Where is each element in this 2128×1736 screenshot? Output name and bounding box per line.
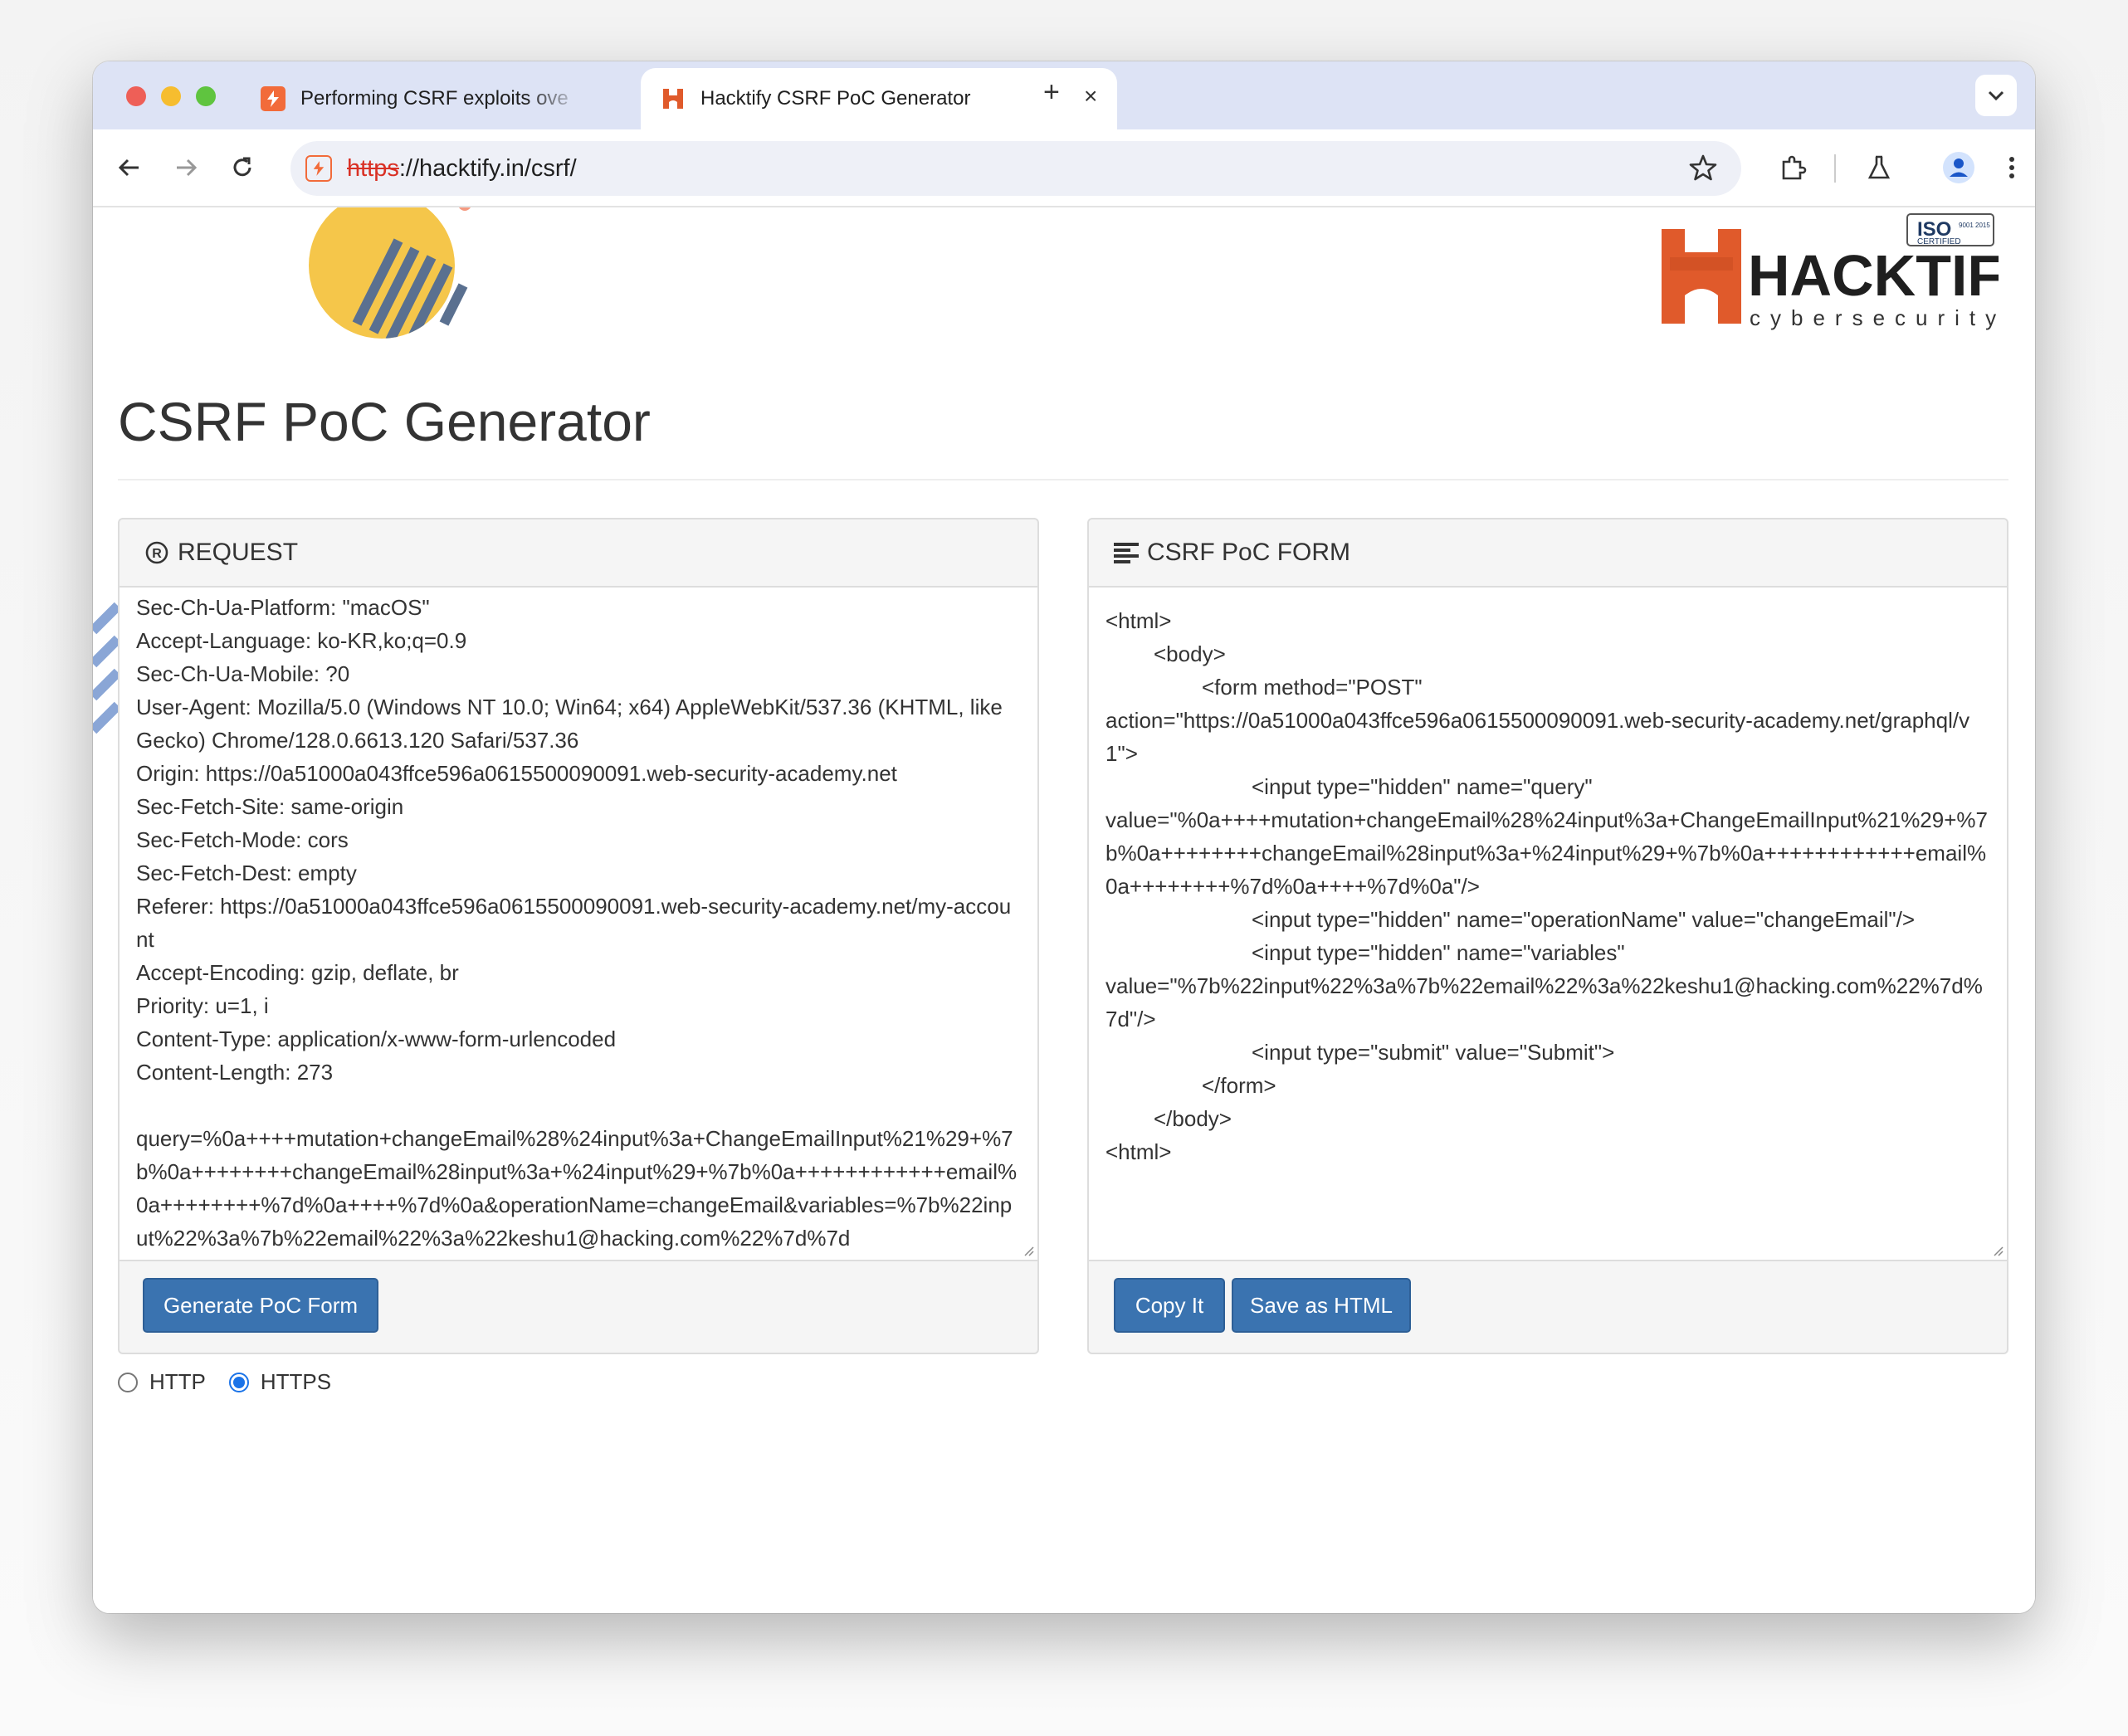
extensions-button[interactable] <box>1771 146 1814 189</box>
url-scheme: https <box>347 154 399 182</box>
web-page: HACKTIFY cybersecurity ISO 9001 2015 CER… <box>93 207 2035 1613</box>
browser-window: Performing CSRF exploits ove × Hacktify … <box>93 61 2035 1613</box>
url-path: ://hacktify.in/csrf/ <box>398 154 577 182</box>
site-info-icon[interactable] <box>305 155 332 182</box>
reload-icon <box>233 157 251 177</box>
request-line: Sec-Ch-Ua-Platform: "macOS" <box>136 595 430 620</box>
form-panel-header: CSRF PoC FORM <box>1089 519 2007 588</box>
poc-form-output[interactable]: <html> <body> <form method="POST" action… <box>1089 588 2007 1261</box>
tab-search-button[interactable] <box>1975 75 2017 116</box>
request-line: Content-Type: application/x-www-form-url… <box>136 1026 617 1051</box>
close-tab-icon[interactable]: × <box>1084 83 1097 110</box>
back-button[interactable] <box>108 146 151 189</box>
generate-poc-form-button[interactable]: Generate PoC Form <box>143 1278 378 1333</box>
browser-toolbar: https://hacktify.in/csrf/ <box>93 129 2035 207</box>
labs-button[interactable] <box>1857 146 1901 189</box>
request-line: Sec-Fetch-Mode: cors <box>136 827 349 852</box>
minimize-window-button[interactable] <box>161 86 181 106</box>
registered-icon: R <box>144 540 169 565</box>
code-line: <input type="hidden" name="variables" <box>1252 940 1625 965</box>
request-line: Accept-Language: ko-KR,ko;q=0.9 <box>136 628 467 653</box>
svg-text:R: R <box>152 547 162 561</box>
code-line: <input type="hidden" name="operationName… <box>1252 907 1916 932</box>
http-radio[interactable] <box>118 1372 138 1392</box>
align-left-icon <box>1114 541 1139 564</box>
logo-brand-text: HACKTIFY <box>1748 243 1999 308</box>
title-divider <box>118 479 2008 480</box>
code-line: </body> <box>1154 1106 1232 1131</box>
page-title: CSRF PoC Generator <box>118 391 651 452</box>
request-line: Sec-Ch-Ua-Mobile: ?0 <box>136 661 350 686</box>
protocol-selector: HTTP HTTPS <box>118 1369 331 1395</box>
tab-strip: Performing CSRF exploits ove × Hacktify … <box>93 61 2035 129</box>
tab-label: Performing CSRF exploits ove <box>300 87 569 110</box>
hacktify-h-icon <box>661 86 686 111</box>
iso-badge-year: 9001 2015 <box>1959 222 1990 229</box>
puzzle-icon <box>1782 155 1807 180</box>
maximize-window-button[interactable] <box>196 86 216 106</box>
code-line: <html> <box>1105 1139 1172 1164</box>
form-panel-title: CSRF PoC FORM <box>1147 539 1351 566</box>
request-line: User-Agent: Mozilla/5.0 (Windows NT 10.0… <box>136 695 1003 753</box>
request-blank-line <box>136 1089 1023 1122</box>
address-bar[interactable]: https://hacktify.in/csrf/ <box>290 141 1741 196</box>
flask-icon <box>1867 155 1891 179</box>
code-line: <html> <box>1105 608 1172 633</box>
code-line: <body> <box>1154 641 1226 666</box>
code-line: <input type="submit" value="Submit"> <box>1252 1040 1615 1065</box>
request-line: Referer: https://0a51000a043ffce596a0615… <box>136 894 1012 952</box>
new-tab-button[interactable]: + <box>1043 76 1060 109</box>
code-line: action="https://0a51000a043ffce596a06155… <box>1105 708 1970 766</box>
decorative-circle-graphic <box>309 207 471 339</box>
logo-sub-text: cybersecurity <box>1750 305 1999 330</box>
request-line: Content-Length: 273 <box>136 1060 334 1085</box>
forward-button[interactable] <box>164 146 207 189</box>
request-line: Accept-Encoding: gzip, deflate, br <box>136 960 459 985</box>
code-line: <input type="hidden" name="query" <box>1252 774 1593 799</box>
save-as-html-button[interactable]: Save as HTML <box>1232 1278 1411 1333</box>
chevron-down-icon <box>1988 90 2004 101</box>
request-line: Origin: https://0a51000a043ffce596a06155… <box>136 761 897 786</box>
form-panel-footer: Copy It Save as HTML <box>1089 1261 2007 1353</box>
hacktify-logo: HACKTIFY cybersecurity ISO 9001 2015 CER… <box>1658 212 2035 337</box>
csrf-poc-form-panel: CSRF PoC FORM <html> <body> <form method… <box>1087 518 2008 1354</box>
code-line: value="%7b%22input%22%3a%7b%22email%22%3… <box>1105 973 1983 1031</box>
resize-handle-icon[interactable] <box>1990 1243 2004 1256</box>
request-line: Priority: u=1, i <box>136 993 269 1018</box>
bookmark-star-icon[interactable] <box>1688 153 1718 187</box>
request-textarea[interactable]: Sec-Ch-Ua-Platform: "macOS" Accept-Langu… <box>120 588 1037 1261</box>
https-radio[interactable] <box>228 1372 249 1392</box>
request-panel: R REQUEST Sec-Ch-Ua-Platform: "macOS" Ac… <box>118 518 1039 1354</box>
arrow-left-icon <box>118 158 139 177</box>
toolbar-divider <box>1834 154 1836 183</box>
https-label: HTTPS <box>260 1369 332 1394</box>
copy-it-button[interactable]: Copy It <box>1114 1278 1225 1333</box>
request-line: Sec-Fetch-Site: same-origin <box>136 794 404 819</box>
avatar-icon <box>1943 152 1974 183</box>
arrow-right-icon <box>177 158 198 177</box>
bolt-icon <box>261 86 286 111</box>
request-body-line: query=%0a++++mutation+changeEmail%28%24i… <box>136 1126 1018 1251</box>
code-line: value="%0a++++mutation+changeEmail%28%24… <box>1105 807 1988 899</box>
close-window-button[interactable] <box>126 86 146 106</box>
profile-button[interactable] <box>1937 146 1980 189</box>
code-line: <form method="POST" <box>1202 675 1423 700</box>
request-line: Sec-Fetch-Dest: empty <box>136 861 357 885</box>
request-panel-footer: Generate PoC Form <box>120 1261 1037 1353</box>
code-line: </form> <box>1202 1073 1276 1098</box>
tab-label: Hacktify CSRF PoC Generator <box>700 87 971 110</box>
request-panel-title: REQUEST <box>178 539 299 566</box>
resize-handle-icon[interactable] <box>1021 1243 1034 1256</box>
menu-button[interactable] <box>1990 146 2033 189</box>
request-panel-header: R REQUEST <box>120 519 1037 588</box>
http-label: HTTP <box>149 1369 206 1394</box>
reload-button[interactable] <box>221 146 264 189</box>
more-vert-icon <box>2009 157 2014 178</box>
url-text: https://hacktify.in/csrf/ <box>347 155 577 183</box>
iso-badge-sub: CERTIFIED <box>1917 237 1961 246</box>
